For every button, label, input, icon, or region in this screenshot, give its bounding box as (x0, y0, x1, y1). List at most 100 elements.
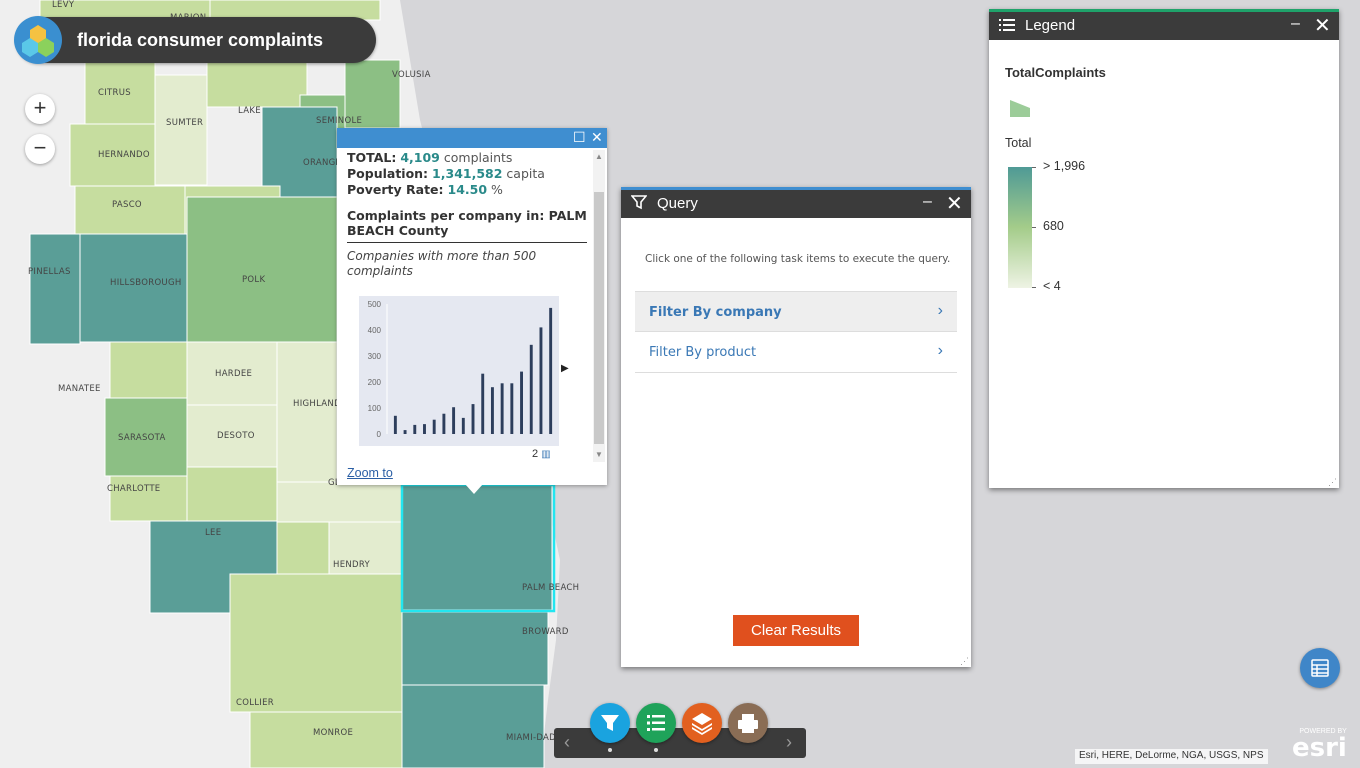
zoom-out-button[interactable]: − (25, 134, 55, 164)
legend-field-name: Total (1005, 136, 1032, 150)
scroll-down-icon[interactable]: ▼ (595, 450, 603, 459)
legend-widget-button[interactable] (636, 703, 676, 743)
esri-logo[interactable]: POWERED BY esri (1292, 728, 1347, 761)
y-tick-label: 100 (368, 404, 382, 413)
chart-bar[interactable] (481, 373, 485, 434)
popup-scrollbar[interactable]: ▲ ▼ (593, 150, 605, 462)
zoom-to-link[interactable]: Zoom to (347, 466, 393, 480)
y-tick-label: 0 (377, 430, 382, 439)
county-label: CHARLOTTE (107, 484, 161, 494)
layers-widget-button[interactable] (682, 703, 722, 743)
poverty-line: Poverty Rate: 14.50 % (347, 182, 587, 198)
county-label: COLLIER (236, 698, 274, 708)
chart-svg: 0 100 200 300 400 500 (368, 300, 553, 439)
y-tick-label: 500 (368, 300, 382, 309)
close-icon[interactable]: ✕ (946, 191, 963, 216)
county-label: HERNANDO (98, 150, 150, 160)
chevron-right-icon[interactable]: › (786, 732, 792, 753)
ramp-max-label: > 1,996 (1043, 159, 1086, 173)
popup-content: TOTAL: 4,109 complaints Population: 1,34… (347, 150, 587, 279)
poverty-label: Poverty Rate: (347, 182, 444, 197)
county-label: MONROE (313, 728, 354, 738)
county-label: SEMINOLE (316, 116, 363, 126)
app-header: florida consumer complaints (14, 16, 376, 64)
chart-bar[interactable] (490, 387, 494, 434)
ramp-tick (1032, 167, 1036, 168)
close-icon[interactable]: ✕ (591, 129, 603, 146)
county-label: LAKE (238, 106, 261, 116)
task-filter-by-company[interactable]: Filter By company › (635, 291, 957, 332)
filter-icon (630, 194, 648, 215)
chart-next-icon[interactable]: ▶ (561, 363, 569, 374)
chart-bar[interactable] (461, 417, 465, 434)
print-icon (738, 714, 758, 733)
county-label: HILLSBOROUGH (110, 278, 182, 288)
esri-wordmark: esri (1292, 733, 1347, 763)
app-title: florida consumer complaints (77, 30, 324, 50)
chart-bar[interactable] (549, 307, 553, 434)
chart-bar[interactable] (452, 407, 456, 434)
poverty-value: 14.50 (447, 182, 488, 197)
print-widget-button[interactable] (728, 703, 768, 743)
chart-bar[interactable] (403, 430, 407, 434)
close-icon[interactable]: ✕ (1314, 13, 1331, 38)
county-label: PALM BEACH (522, 583, 580, 593)
query-title: Query (657, 195, 698, 212)
chart-bar[interactable] (529, 344, 533, 434)
list-icon (647, 715, 665, 731)
resize-handle-icon[interactable]: ⋰ (1328, 477, 1337, 488)
task-filter-by-product[interactable]: Filter By product › (635, 332, 957, 373)
list-icon (999, 18, 1015, 37)
popup-subheading: Companies with more than 500 complaints (347, 249, 537, 278)
chart-bar[interactable] (471, 404, 475, 434)
county-label: PINELLAS (28, 267, 71, 277)
county-label: PASCO (112, 200, 142, 210)
legend-titlebar[interactable]: Legend – ✕ (989, 12, 1339, 40)
chart-bar[interactable] (510, 383, 514, 434)
bar-chart-icon: ▥ (541, 449, 551, 460)
query-titlebar[interactable]: Query – ✕ (621, 190, 971, 218)
chart-bar[interactable] (520, 371, 523, 434)
chart-bar[interactable] (539, 327, 543, 434)
layers-icon (692, 713, 712, 735)
query-widget-button[interactable] (590, 703, 630, 743)
filter-icon (601, 715, 619, 731)
county-label: HENDRY (333, 560, 371, 570)
chart-bar[interactable] (423, 424, 426, 434)
chart-bar[interactable] (393, 415, 397, 434)
clear-results-button[interactable]: Clear Results (733, 615, 859, 646)
attribute-table-button[interactable] (1300, 648, 1340, 688)
county-label: CITRUS (98, 88, 131, 98)
zoom-in-button[interactable]: + (25, 94, 55, 124)
chart-bar[interactable] (500, 383, 504, 434)
chart-bar[interactable] (442, 413, 446, 434)
task-label: Filter By product (649, 345, 757, 360)
ramp-min-label: < 4 (1043, 279, 1061, 293)
chart-pager[interactable]: 2 ▥ (532, 448, 551, 460)
chart-bar[interactable] (432, 419, 436, 434)
poverty-unit: % (491, 182, 503, 197)
minimize-icon[interactable]: – (1291, 15, 1300, 33)
complaints-chart[interactable]: 0 100 200 300 400 500 (359, 296, 559, 446)
county-label: BROWARD (522, 627, 569, 637)
info-popup: ☐ ✕ TOTAL: 4,109 complaints Population: … (337, 128, 607, 485)
legend-title: Legend (1025, 17, 1076, 34)
scroll-up-icon[interactable]: ▲ (595, 152, 603, 161)
population-line: Population: 1,341,582 capita (347, 166, 587, 182)
y-tick-label: 400 (368, 326, 382, 335)
minimize-icon[interactable]: – (923, 193, 932, 211)
color-ramp (1008, 167, 1032, 288)
county-label: VOLUSIA (392, 70, 431, 80)
total-line: TOTAL: 4,109 complaints (347, 150, 587, 166)
chart-bar[interactable] (413, 424, 417, 434)
table-icon (1311, 659, 1329, 677)
county-label: DESOTO (217, 431, 255, 441)
resize-handle-icon[interactable]: ⋰ (960, 656, 969, 667)
chevron-left-icon[interactable]: ‹ (564, 732, 570, 753)
scroll-thumb[interactable] (594, 192, 604, 444)
county-label: ORANGE (303, 158, 342, 168)
county-label: SUMTER (166, 118, 204, 128)
maximize-icon[interactable]: ☐ (573, 129, 586, 146)
map-attribution: Esri, HERE, DeLorme, NGA, USGS, NPS (1075, 749, 1268, 764)
total-unit: complaints (443, 150, 513, 165)
